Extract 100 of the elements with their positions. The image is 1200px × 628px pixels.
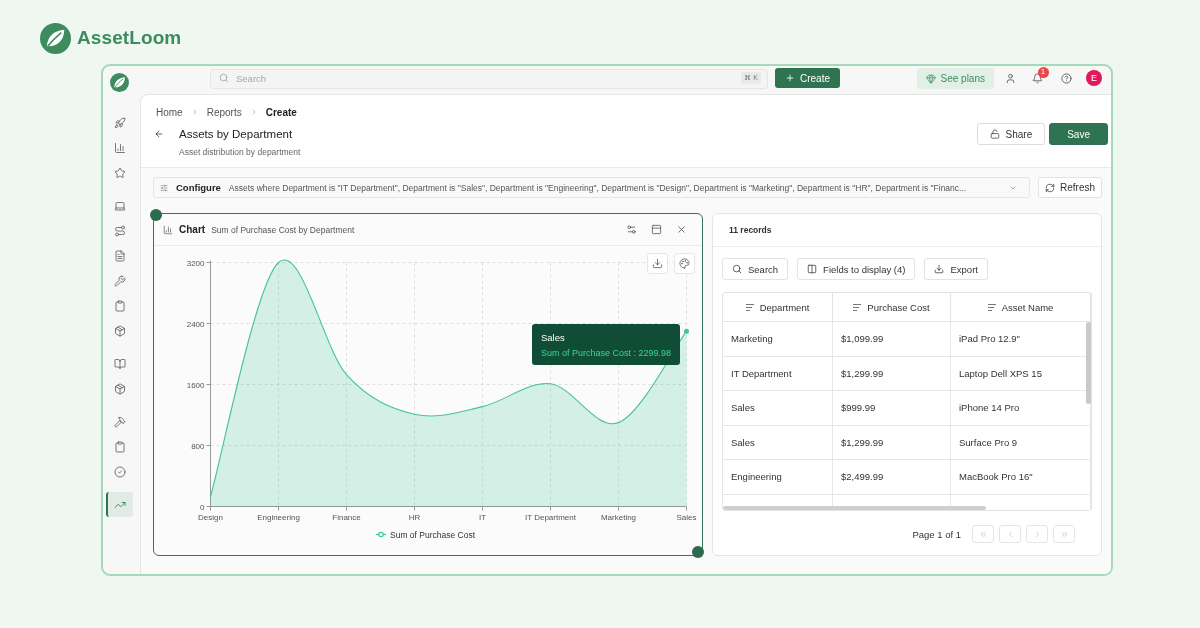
table-cell: MacBook Pro 16": [951, 460, 1091, 494]
x-axis-label: Engineering: [257, 512, 300, 522]
x-axis-label: Finance: [332, 512, 361, 522]
see-plans-button[interactable]: See plans: [916, 68, 994, 89]
resize-handle[interactable]: [149, 208, 162, 221]
notification-badge: 1: [1037, 66, 1049, 78]
page-subtitle: Asset distribution by department: [179, 146, 301, 158]
sliders-icon: [160, 183, 168, 192]
check-circle-icon: [114, 465, 126, 478]
box-icon: [114, 324, 126, 337]
save-button[interactable]: Save: [1049, 123, 1108, 145]
page-indicator: Page 1 of 1: [912, 528, 961, 540]
column-header[interactable]: Purchase Cost: [833, 293, 951, 321]
export-button[interactable]: Export: [924, 258, 988, 280]
breadcrumb-link[interactable]: Create: [265, 106, 297, 118]
table-cell: Sales: [723, 425, 833, 459]
wrench-icon: [114, 274, 126, 287]
x-axis-label: Design: [198, 512, 223, 522]
x-axis-label: IT Department: [525, 512, 576, 522]
double-chevron-right-icon: [1059, 529, 1069, 539]
search-button[interactable]: Search: [722, 258, 789, 280]
table-cell: Sales: [723, 391, 833, 425]
gem-icon: [925, 73, 936, 84]
refresh-button[interactable]: Refresh: [1038, 177, 1102, 198]
y-axis-label: 0: [200, 502, 205, 512]
brand-logo-icon: [40, 22, 71, 54]
sidebar-item[interactable]: [105, 492, 133, 517]
hammer-icon: [114, 415, 126, 428]
bar-chart-icon: [114, 141, 126, 154]
chart-title: Sum of Purchase Cost by Department: [211, 224, 355, 235]
box-icon: [114, 382, 126, 395]
route-icon: [114, 224, 126, 237]
download-button[interactable]: [647, 253, 668, 274]
app-logo-icon: [109, 73, 129, 92]
resize-handle[interactable]: [691, 545, 704, 558]
legend-label: Sum of Purchase Cost: [390, 529, 476, 540]
table-cell: $2,499.99: [833, 460, 951, 494]
book-icon: [114, 357, 126, 370]
palette-button[interactable]: [674, 253, 695, 274]
tooltip-value: Sum of Purchase Cost : 2299.98: [540, 348, 671, 358]
back-arrow-icon[interactable]: [154, 129, 164, 139]
y-axis-label: 3200: [186, 258, 205, 268]
table-cell: $1,299.99: [833, 356, 951, 390]
x-axis-label: Marketing: [600, 512, 637, 522]
avatar[interactable]: E: [1086, 70, 1102, 86]
clipboard-icon: [114, 440, 126, 453]
plus-icon: [785, 73, 795, 83]
column-header[interactable]: Asset Name: [951, 293, 1091, 321]
panel-title: Chart: [179, 224, 206, 235]
lines-icon: [987, 303, 996, 311]
table-cell: Surface Pro 9: [951, 425, 1091, 459]
close-icon[interactable]: [676, 224, 687, 235]
bar-chart-icon: [163, 224, 173, 235]
lines-icon: [853, 303, 862, 311]
table-cell: Marketing: [723, 322, 833, 356]
breadcrumb-link[interactable]: Home: [156, 106, 183, 118]
double-chevron-left-icon: [978, 529, 988, 539]
data-point-marker: [684, 328, 689, 334]
x-axis-label: Sales: [676, 512, 697, 522]
clipboard-icon: [114, 299, 126, 312]
scrollbar-thumb[interactable]: [723, 506, 986, 510]
window-icon[interactable]: [651, 224, 662, 235]
configure-label: Configure: [176, 182, 221, 193]
breadcrumb-link[interactable]: Reports: [206, 106, 242, 118]
x-axis-label: HR: [408, 512, 421, 522]
lines-icon: [745, 303, 754, 311]
y-axis-label: 2400: [186, 319, 205, 329]
table-cell: $1,299.99: [833, 425, 951, 459]
download-icon: [652, 258, 663, 269]
user-icon[interactable]: [1004, 72, 1016, 84]
search-icon: [732, 264, 742, 274]
laptop-icon: [114, 199, 126, 212]
help-icon[interactable]: [1060, 72, 1072, 84]
search-icon: [219, 73, 229, 83]
fields-button[interactable]: Fields to display (4): [797, 258, 916, 280]
palette-icon: [679, 258, 690, 269]
settings-icon[interactable]: [626, 224, 637, 235]
tooltip-title: Sales: [540, 332, 566, 343]
filter-summary[interactable]: Assets where Department is "IT Department", Department is "Sales", Department is "Engineering", Department is "Design", Department is "Marketing", Department is "HR", Department is "Financ...: [228, 182, 1001, 193]
records-count: 11 records: [729, 225, 772, 235]
lock-icon: [989, 129, 1000, 139]
y-axis-label: 800: [191, 441, 205, 451]
columns-icon: [807, 264, 818, 274]
rocket-icon: [114, 116, 126, 129]
create-button[interactable]: Create: [775, 68, 840, 88]
column-header[interactable]: Department: [723, 293, 833, 321]
star-icon: [114, 166, 126, 179]
share-button[interactable]: Share: [976, 123, 1046, 145]
page-title: Assets by Department: [179, 127, 294, 142]
table-cell: $999.99: [833, 391, 951, 425]
document-icon: [114, 249, 126, 262]
scrollbar-thumb[interactable]: [1086, 322, 1091, 404]
table-cell: $1,099.99: [833, 322, 951, 356]
bell-icon[interactable]: [1031, 72, 1043, 84]
brand-name: AssetLoom: [77, 27, 182, 49]
refresh-icon: [1045, 182, 1055, 193]
legend-icon: [375, 531, 387, 538]
table-cell: Engineering: [723, 460, 833, 494]
x-axis-label: IT: [478, 512, 487, 522]
download-icon: [934, 264, 945, 274]
